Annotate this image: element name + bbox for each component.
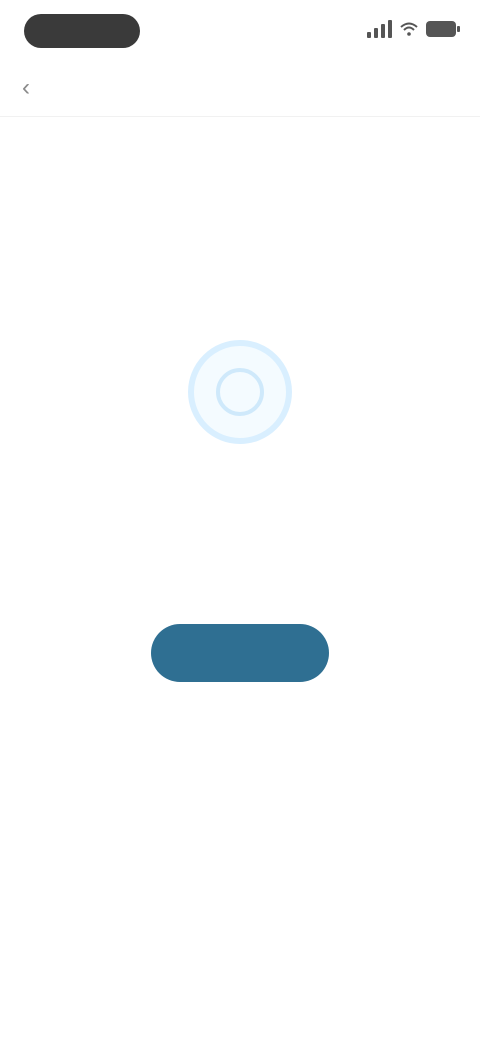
app-screen: ‹ [0, 0, 480, 1040]
status-indicators [367, 20, 460, 38]
description [45, 544, 435, 588]
back-button[interactable]: ‹ [10, 72, 42, 104]
nav-bar: ‹ [0, 60, 480, 117]
status-ring-inner [216, 368, 264, 416]
wifi-icon [400, 22, 418, 36]
status-ring-icon [188, 340, 292, 444]
status-time-pill [24, 14, 140, 48]
primary-button[interactable] [151, 624, 329, 682]
chevron-left-icon: ‹ [22, 74, 30, 101]
empty-state [0, 340, 480, 682]
battery-icon [426, 21, 460, 37]
signal-icon [367, 20, 392, 38]
status-bar [0, 0, 480, 60]
